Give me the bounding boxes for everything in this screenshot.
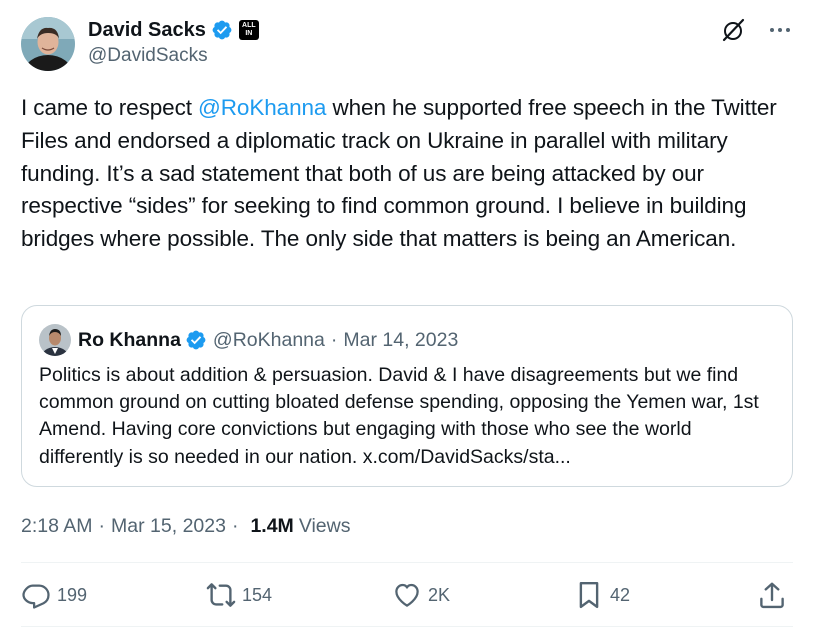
author-avatar-image bbox=[21, 17, 75, 71]
quoted-header: Ro Khanna @RoKhanna · Mar 14, 2023 bbox=[39, 324, 458, 356]
divider-top bbox=[21, 562, 793, 563]
author-name-row: David Sacks ALL IN bbox=[88, 16, 259, 44]
affiliate-badge[interactable]: ALL IN bbox=[238, 20, 259, 40]
quoted-author-name: Ro Khanna bbox=[78, 328, 181, 351]
tweet-mention-link[interactable]: @RoKhanna bbox=[198, 95, 326, 120]
quoted-avatar-image bbox=[39, 324, 71, 356]
quoted-separator: · bbox=[330, 328, 338, 351]
tweet-meta-row: 2:18 AM · Mar 15, 2023 · 1.4M Views bbox=[21, 512, 350, 540]
top-right-icons bbox=[721, 17, 793, 43]
verified-badge-icon[interactable] bbox=[211, 19, 233, 41]
repost-button[interactable]: 154 bbox=[206, 575, 272, 615]
like-button[interactable]: 2K bbox=[392, 575, 450, 615]
share-button[interactable] bbox=[757, 575, 787, 615]
reply-icon bbox=[22, 584, 50, 609]
action-bar: 199 154 2K 42 bbox=[21, 575, 793, 615]
tweet-text: I came to respect @RoKhanna when he supp… bbox=[21, 92, 796, 256]
quoted-tweet[interactable]: Ro Khanna @RoKhanna · Mar 14, 2023 Polit… bbox=[21, 305, 793, 487]
quoted-text: Politics is about addition & persuasion.… bbox=[39, 364, 759, 468]
like-count: 2K bbox=[428, 584, 451, 605]
affiliate-badge-line1: ALL bbox=[242, 22, 256, 29]
bookmark-button[interactable]: 42 bbox=[574, 575, 630, 615]
grok-icon[interactable] bbox=[721, 17, 747, 43]
bookmark-icon bbox=[579, 581, 599, 609]
share-icon bbox=[760, 582, 784, 609]
author-name[interactable]: David Sacks bbox=[88, 19, 206, 42]
meta-separator-2: · bbox=[231, 514, 239, 537]
views-count[interactable]: 1.4M bbox=[250, 515, 293, 538]
quoted-avatar bbox=[39, 324, 71, 356]
author-avatar[interactable] bbox=[21, 17, 75, 71]
repost-icon bbox=[206, 583, 236, 607]
tweet-time[interactable]: 2:18 AM bbox=[21, 515, 93, 538]
meta-separator: · bbox=[98, 514, 106, 537]
quoted-date: Mar 14, 2023 bbox=[343, 328, 459, 351]
tweet-text-before: I came to respect bbox=[21, 95, 199, 120]
like-icon bbox=[395, 583, 419, 607]
affiliate-badge-line2: IN bbox=[245, 30, 253, 37]
views-label: Views bbox=[298, 514, 351, 537]
quoted-handle: @RoKhanna bbox=[212, 328, 325, 351]
reply-button[interactable]: 199 bbox=[21, 575, 87, 615]
author-handle[interactable]: @DavidSacks bbox=[88, 45, 208, 67]
quoted-verified-badge-icon bbox=[186, 330, 206, 350]
reply-count: 199 bbox=[57, 584, 88, 605]
repost-count: 154 bbox=[242, 584, 273, 605]
bookmark-count: 42 bbox=[610, 584, 631, 605]
tweet-date[interactable]: Mar 15, 2023 bbox=[111, 515, 226, 538]
more-icon[interactable] bbox=[767, 17, 793, 43]
